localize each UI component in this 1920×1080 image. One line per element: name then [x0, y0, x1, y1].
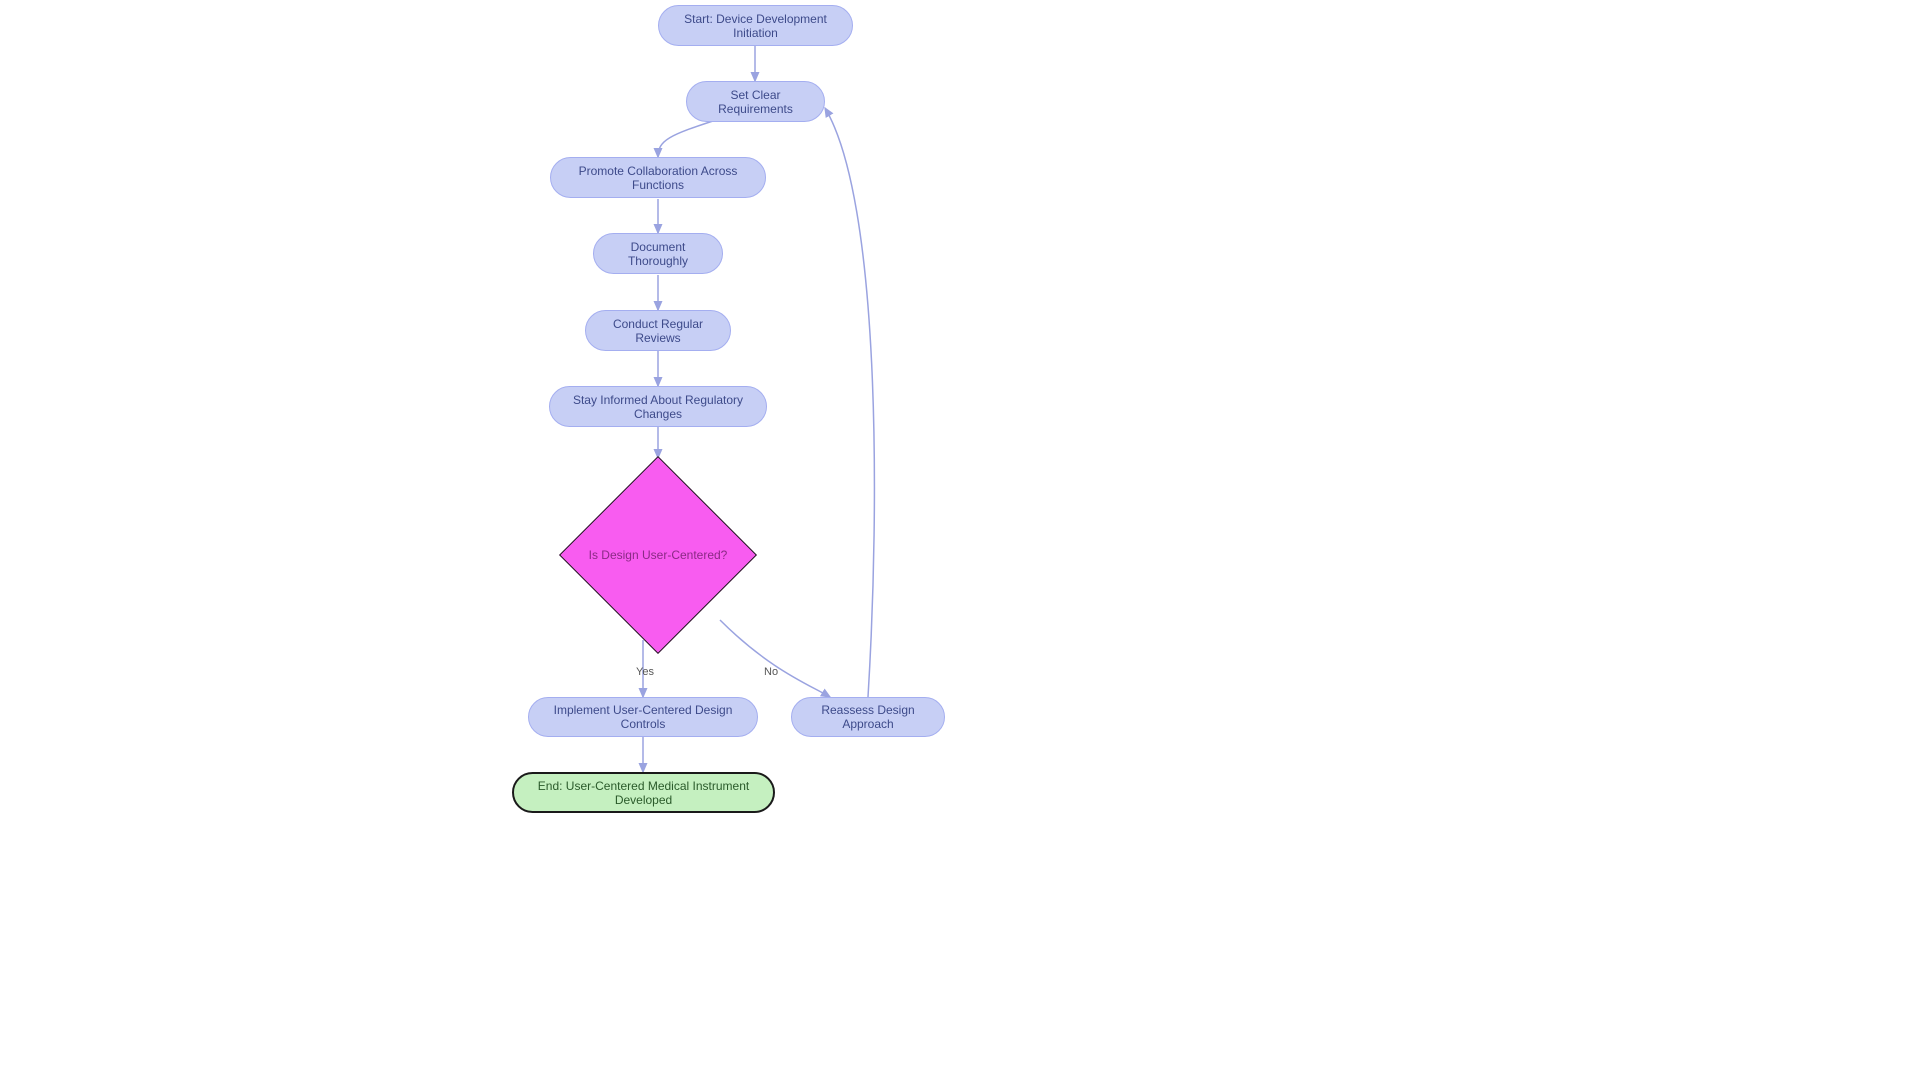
node-dec-label: Is Design User-Centered?	[558, 548, 758, 562]
edges-layer	[0, 0, 1920, 1080]
node-document: Document Thoroughly	[593, 233, 723, 274]
node-doc-label: Document Thoroughly	[606, 240, 710, 268]
node-review: Conduct Regular Reviews	[585, 310, 731, 351]
node-end: End: User-Centered Medical Instrument De…	[512, 772, 775, 813]
edge-label-no: No	[764, 666, 778, 678]
node-req-label: Set Clear Requirements	[699, 88, 812, 116]
node-start: Start: Device Development Initiation	[658, 5, 853, 46]
node-implement: Implement User-Centered Design Controls	[528, 697, 758, 737]
node-regulatory: Stay Informed About Regulatory Changes	[549, 386, 767, 427]
flowchart-container: Start: Device Development Initiation Set…	[0, 0, 1920, 1080]
node-collaboration: Promote Collaboration Across Functions	[550, 157, 766, 198]
node-review-label: Conduct Regular Reviews	[598, 317, 718, 345]
node-start-label: Start: Device Development Initiation	[671, 12, 840, 40]
edge-label-yes: Yes	[636, 666, 654, 678]
node-end-label: End: User-Centered Medical Instrument De…	[526, 779, 761, 807]
node-reassess: Reassess Design Approach	[791, 697, 945, 737]
node-set-requirements: Set Clear Requirements	[686, 81, 825, 122]
node-reassess-label: Reassess Design Approach	[804, 703, 932, 731]
node-collab-label: Promote Collaboration Across Functions	[563, 164, 753, 192]
node-impl-label: Implement User-Centered Design Controls	[541, 703, 745, 731]
node-reg-label: Stay Informed About Regulatory Changes	[562, 393, 754, 421]
